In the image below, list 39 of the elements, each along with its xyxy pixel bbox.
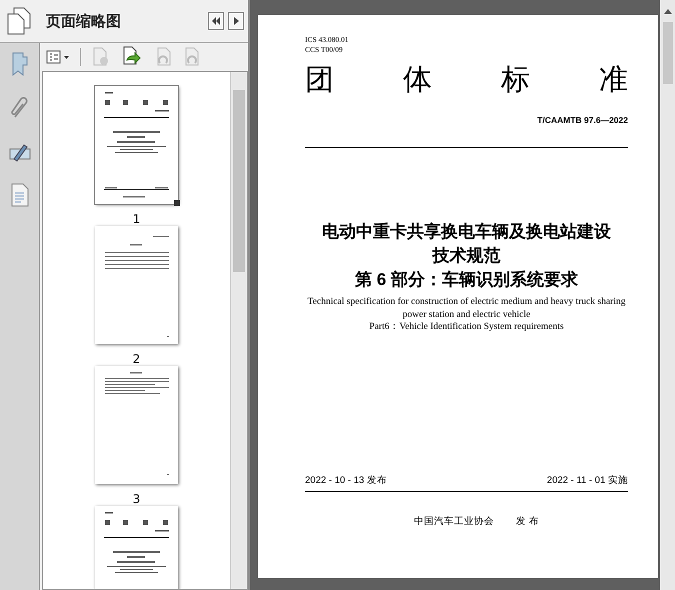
right-arrow-icon xyxy=(231,16,241,26)
scrollbar[interactable] xyxy=(660,0,675,590)
options-menu-button[interactable] xyxy=(46,50,70,64)
document-title-line: 电动中重卡共享换电车辆及换电站建设 xyxy=(322,221,611,243)
pages-icon xyxy=(6,7,32,35)
heading-character: 体 xyxy=(403,63,432,97)
panel-title: 页面缩略图 xyxy=(46,12,122,30)
resize-handle[interactable] xyxy=(174,200,180,206)
page-thumbnail[interactable] xyxy=(95,506,178,589)
scrollbar-thumb[interactable] xyxy=(662,22,672,84)
heading-character: 准 xyxy=(599,63,628,97)
issue-date: 2022 - 10 - 13 发布 xyxy=(305,474,387,486)
implementation-date: 2022 - 11 - 01 实施 xyxy=(546,474,628,486)
bookmark-icon[interactable] xyxy=(10,51,30,77)
document-title-line: 第 6 部分：车辆识别系统要求 xyxy=(355,269,578,291)
page-content-drawing xyxy=(104,512,169,573)
delete-page-icon[interactable] xyxy=(91,47,111,67)
english-title-line: Part6：Vehicle Identification System requirements xyxy=(369,321,564,334)
page-number: 3 xyxy=(132,492,140,506)
scrollbar[interactable] xyxy=(230,72,247,589)
publish-label: 发 布 xyxy=(516,514,539,528)
document-title-line: 技术规范 xyxy=(432,245,500,267)
english-title-line: Technical specification for construction of electric medium and heavy truck sharing xyxy=(308,296,626,308)
page-thumbnail[interactable] xyxy=(95,86,178,204)
document-icon[interactable] xyxy=(10,183,30,207)
page-number: 1 xyxy=(132,212,140,226)
heading-character: 标 xyxy=(501,63,530,97)
up-arrow-icon[interactable] xyxy=(664,8,672,14)
english-title-line: power station and electric vehicle xyxy=(402,308,530,321)
double-left-arrow-icon xyxy=(211,16,221,26)
page-number: 2 xyxy=(132,352,140,366)
expand-button[interactable] xyxy=(228,12,244,30)
scrollbar-thumb[interactable] xyxy=(233,90,245,272)
publisher-name: 中国汽车工业协会 xyxy=(414,514,494,528)
page-thumbnail[interactable] xyxy=(95,366,178,484)
heading-character: 团 xyxy=(305,63,334,97)
standard-number: T/CAAMTB 97.6—2022 xyxy=(537,115,628,125)
collapse-button[interactable] xyxy=(208,12,224,30)
page-thumbnail[interactable] xyxy=(95,226,178,344)
